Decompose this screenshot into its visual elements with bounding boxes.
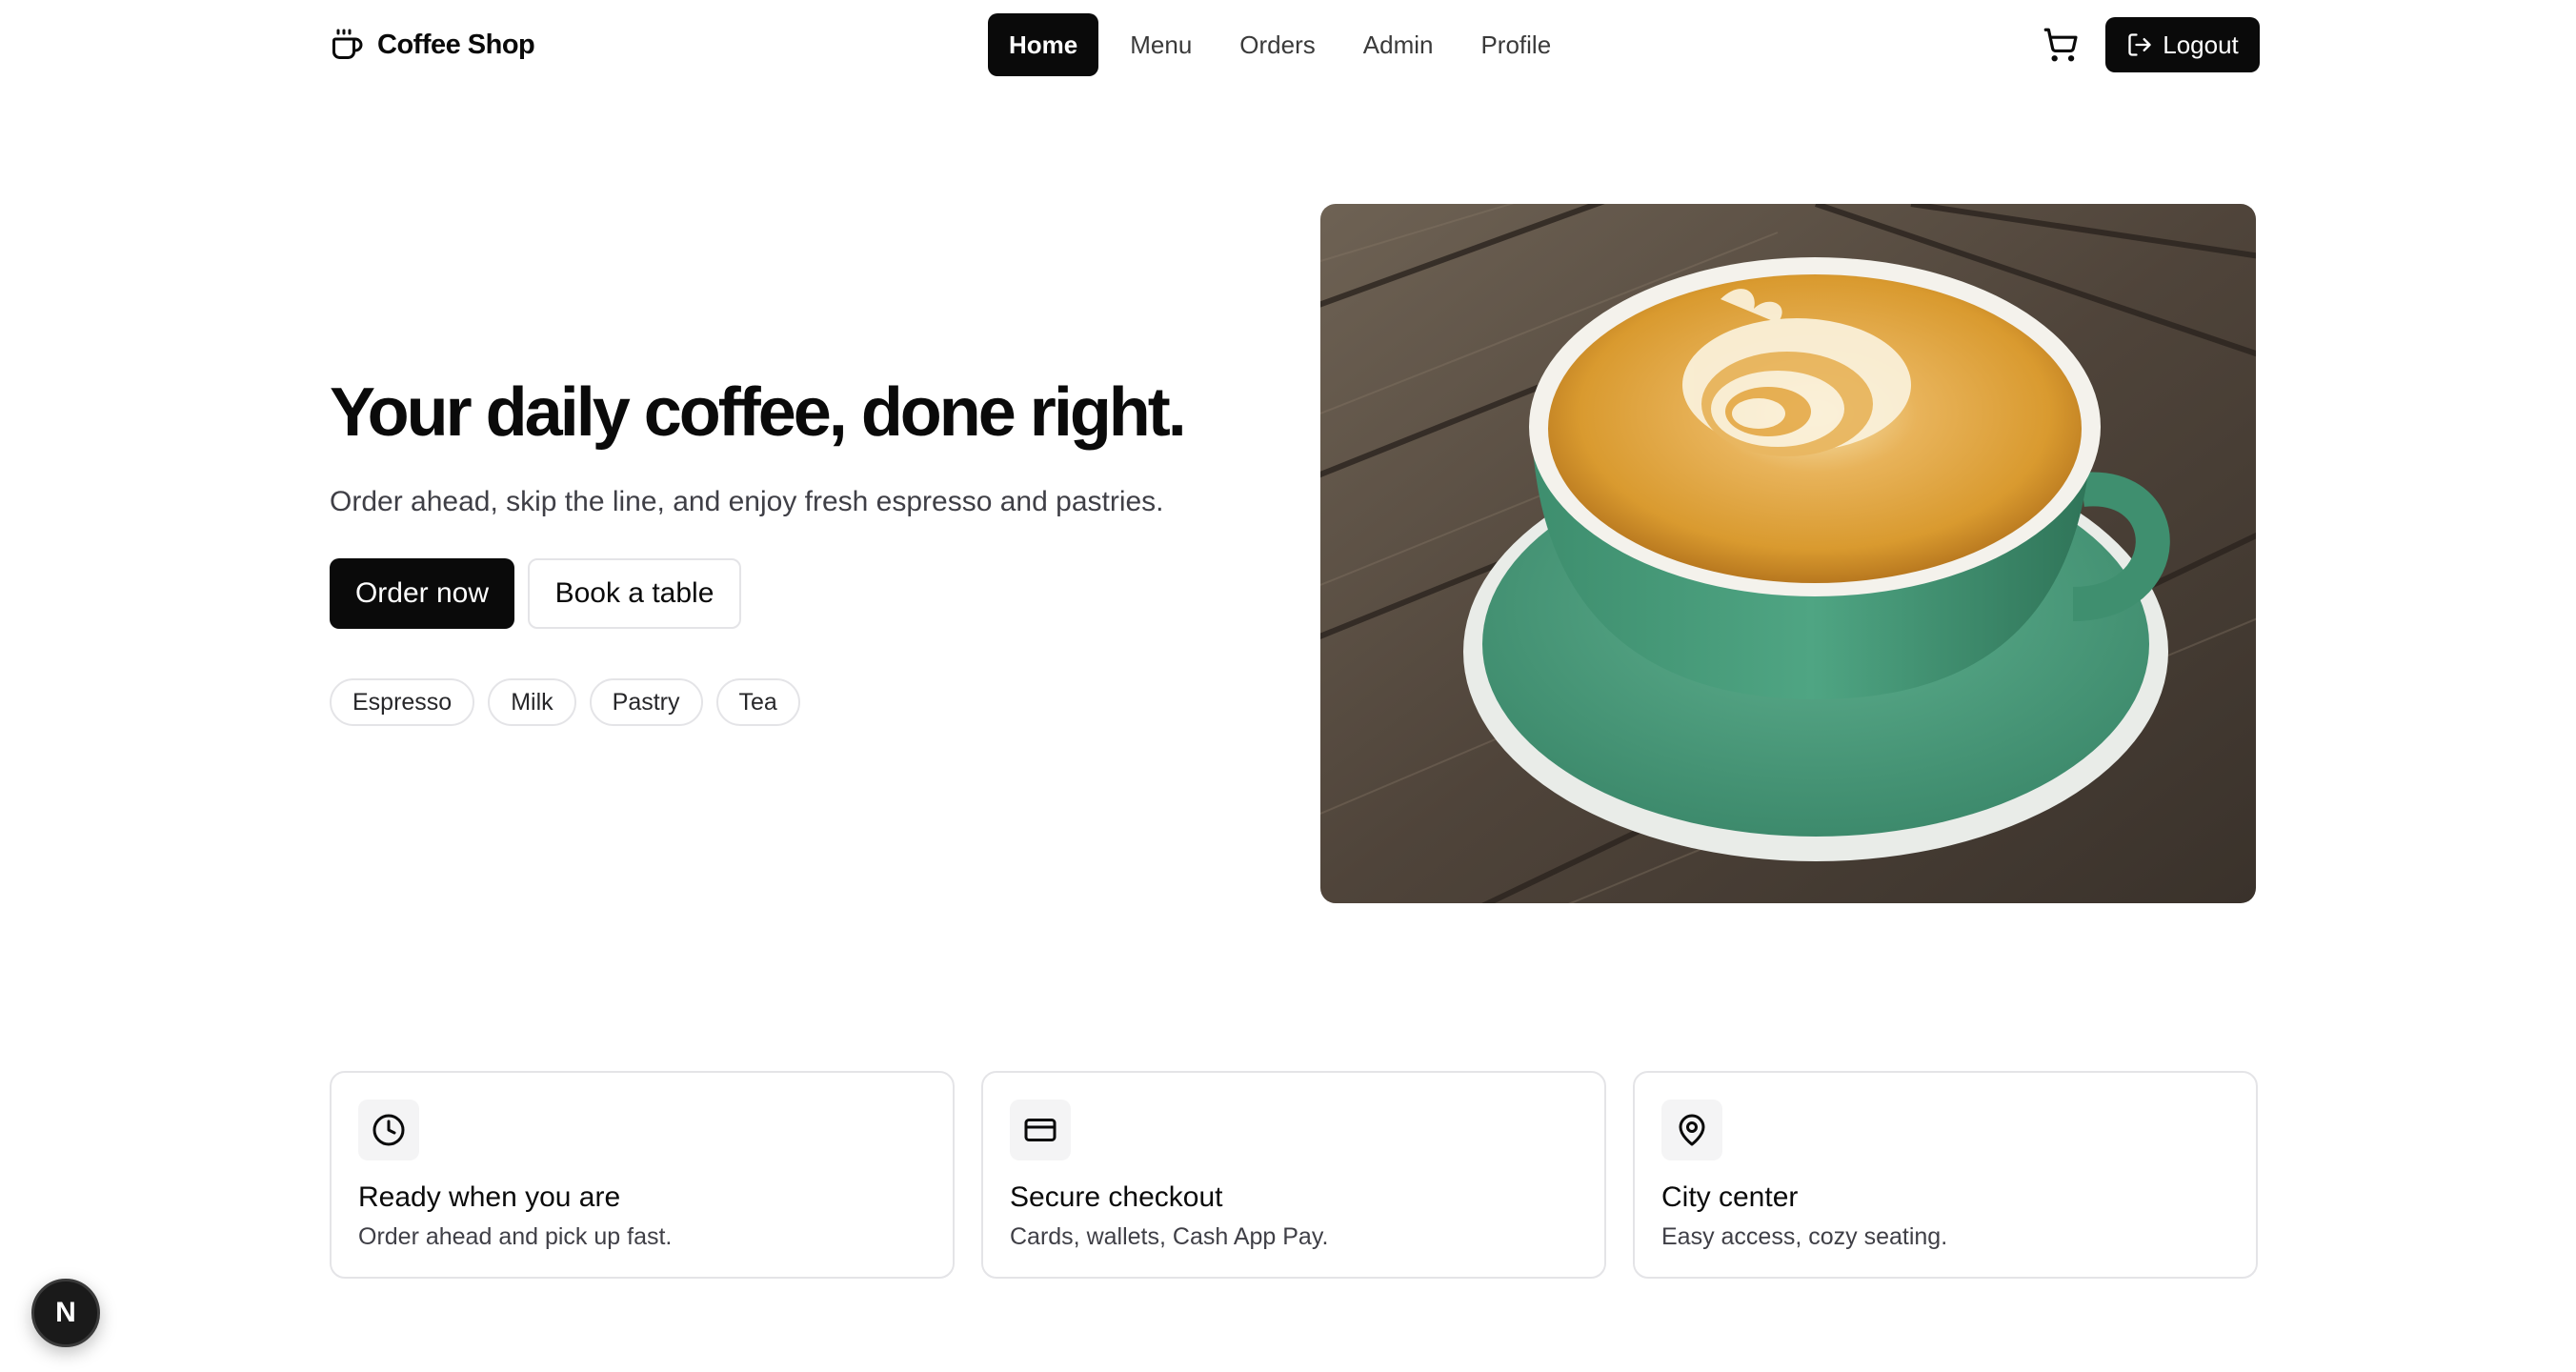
- feature-description: Order ahead and pick up fast.: [358, 1223, 673, 1250]
- logout-label: Logout: [2163, 30, 2239, 59]
- clock-icon: [358, 1100, 419, 1160]
- feature-card-checkout: Secure checkout Cards, wallets, Cash App…: [981, 1071, 1606, 1279]
- cart-button[interactable]: [2041, 25, 2081, 65]
- book-table-button[interactable]: Book a table: [528, 558, 741, 629]
- feature-card-ready: Ready when you are Order ahead and pick …: [330, 1071, 955, 1279]
- feature-cards: Ready when you are Order ahead and pick …: [330, 1071, 2258, 1279]
- top-navigation-bar: Coffee Shop Home Menu Orders Admin Profi…: [0, 0, 2576, 90]
- feature-description: Cards, wallets, Cash App Pay.: [1010, 1223, 1329, 1250]
- hero-subtitle: Order ahead, skip the line, and enjoy fr…: [330, 486, 1164, 517]
- main-nav: Home Menu Orders Admin Profile: [988, 13, 1579, 76]
- hero-image: [1320, 204, 2256, 903]
- nav-profile[interactable]: Profile: [1460, 13, 1571, 76]
- dev-tools-badge[interactable]: N: [31, 1279, 100, 1347]
- shopping-cart-icon: [2043, 27, 2079, 63]
- tag-tea[interactable]: Tea: [715, 678, 800, 726]
- tag-espresso[interactable]: Espresso: [330, 678, 475, 726]
- tag-milk[interactable]: Milk: [488, 678, 576, 726]
- logout-button[interactable]: Logout: [2105, 17, 2260, 72]
- hero-title: Your daily coffee, done right.: [330, 374, 1187, 451]
- nav-orders[interactable]: Orders: [1219, 13, 1335, 76]
- brand-name: Coffee Shop: [377, 29, 535, 60]
- nav-admin[interactable]: Admin: [1343, 13, 1454, 76]
- feature-title: Ready when you are: [358, 1181, 621, 1213]
- latte-art-cup-photo: [1320, 204, 2256, 903]
- category-tags: Espresso Milk Pastry Tea: [330, 678, 800, 726]
- feature-description: Easy access, cozy seating.: [1661, 1223, 1948, 1250]
- logout-icon: [2126, 31, 2153, 58]
- map-pin-icon: [1661, 1100, 1722, 1160]
- order-now-button[interactable]: Order now: [330, 558, 514, 629]
- brand-logo[interactable]: Coffee Shop: [330, 25, 535, 65]
- feature-title: City center: [1661, 1181, 1799, 1213]
- nav-menu[interactable]: Menu: [1110, 13, 1212, 76]
- nav-home[interactable]: Home: [988, 13, 1099, 76]
- feature-card-location: City center Easy access, cozy seating.: [1633, 1071, 2258, 1279]
- tag-pastry[interactable]: Pastry: [589, 678, 703, 726]
- coffee-cup-icon: [330, 28, 364, 62]
- feature-title: Secure checkout: [1010, 1181, 1223, 1213]
- credit-card-icon: [1010, 1100, 1071, 1160]
